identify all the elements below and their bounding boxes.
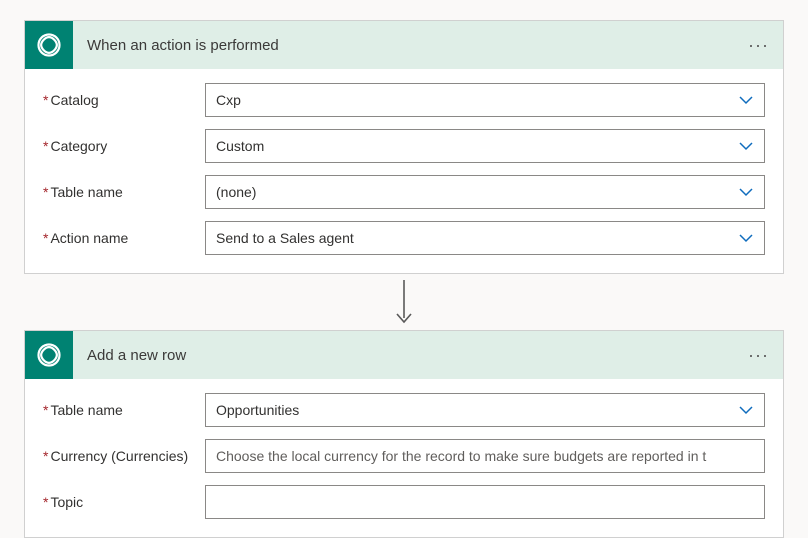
field-row-table-name: *Table name (none) xyxy=(43,175,765,209)
trigger-card: When an action is performed ··· *Catalog… xyxy=(24,20,784,274)
catalog-select[interactable]: Cxp xyxy=(205,83,765,117)
category-value: Custom xyxy=(216,138,730,154)
flow-canvas: When an action is performed ··· *Catalog… xyxy=(0,0,808,538)
table-name-value-2: Opportunities xyxy=(216,402,730,418)
catalog-label: *Catalog xyxy=(43,92,205,108)
trigger-body: *Catalog Cxp *Category Custom xyxy=(25,69,783,273)
chevron-down-icon xyxy=(738,230,754,246)
category-select[interactable]: Custom xyxy=(205,129,765,163)
flow-arrow xyxy=(24,274,784,330)
action-name-label: *Action name xyxy=(43,230,205,246)
table-name-label: *Table name xyxy=(43,184,205,200)
trigger-header[interactable]: When an action is performed ··· xyxy=(25,21,783,69)
topic-label: *Topic xyxy=(43,494,205,510)
category-label: *Category xyxy=(43,138,205,154)
topic-input[interactable] xyxy=(205,485,765,519)
currency-label: *Currency (Currencies) xyxy=(43,448,205,464)
catalog-value: Cxp xyxy=(216,92,730,108)
chevron-down-icon xyxy=(738,402,754,418)
chevron-down-icon xyxy=(738,138,754,154)
field-row-table-name-2: *Table name Opportunities xyxy=(43,393,765,427)
currency-placeholder: Choose the local currency for the record… xyxy=(216,448,754,464)
currency-input[interactable]: Choose the local currency for the record… xyxy=(205,439,765,473)
action-title: Add a new row xyxy=(73,347,186,364)
field-row-action-name: *Action name Send to a Sales agent xyxy=(43,221,765,255)
action-card: Add a new row ··· *Table name Opportunit… xyxy=(24,330,784,538)
field-row-category: *Category Custom xyxy=(43,129,765,163)
action-name-select[interactable]: Send to a Sales agent xyxy=(205,221,765,255)
action-name-value: Send to a Sales agent xyxy=(216,230,730,246)
dataverse-icon xyxy=(25,21,73,69)
action-header[interactable]: Add a new row ··· xyxy=(25,331,783,379)
field-row-currency: *Currency (Currencies) Choose the local … xyxy=(43,439,765,473)
table-name-select-2[interactable]: Opportunities xyxy=(205,393,765,427)
chevron-down-icon xyxy=(738,92,754,108)
more-menu-button[interactable]: ··· xyxy=(748,36,769,54)
field-row-topic: *Topic xyxy=(43,485,765,519)
trigger-title: When an action is performed xyxy=(73,37,279,54)
action-body: *Table name Opportunities *Currency (Cur… xyxy=(25,379,783,537)
more-menu-button[interactable]: ··· xyxy=(748,346,769,364)
chevron-down-icon xyxy=(738,184,754,200)
dataverse-icon xyxy=(25,331,73,379)
table-name-select[interactable]: (none) xyxy=(205,175,765,209)
table-name-value: (none) xyxy=(216,184,730,200)
table-name-label-2: *Table name xyxy=(43,402,205,418)
field-row-catalog: *Catalog Cxp xyxy=(43,83,765,117)
